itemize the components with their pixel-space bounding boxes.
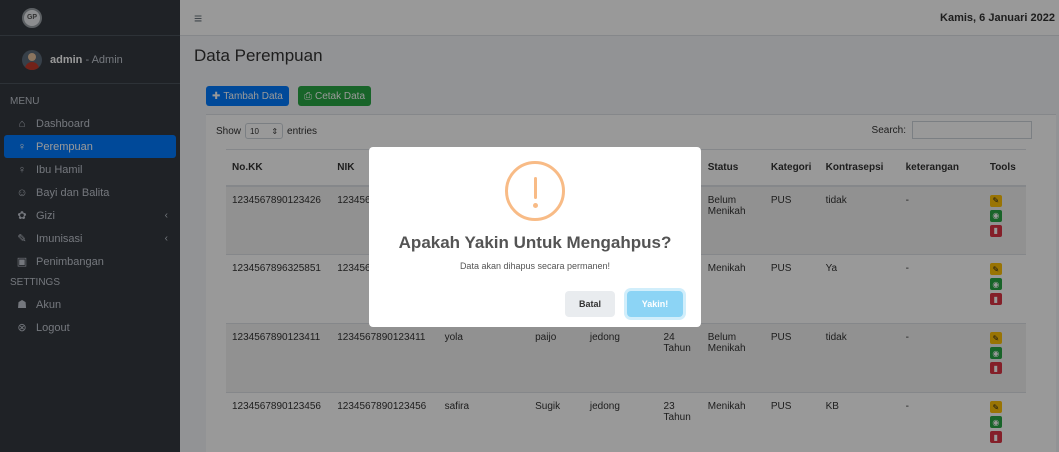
confirm-delete-dialog: Apakah Yakin Untuk Mengahpus? Data akan … — [369, 147, 701, 327]
dialog-title: Apakah Yakin Untuk Mengahpus? — [398, 233, 672, 252]
warning-icon — [505, 161, 565, 221]
cancel-button[interactable]: Batal — [565, 291, 615, 317]
confirm-button[interactable]: Yakin! — [627, 291, 683, 317]
dialog-message: Data akan dihapus secara permanen! — [459, 261, 611, 271]
